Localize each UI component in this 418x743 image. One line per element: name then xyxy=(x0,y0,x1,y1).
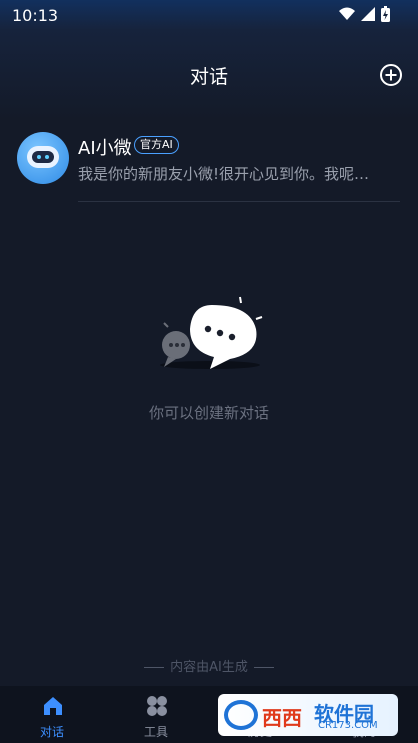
official-badge: 官方AI xyxy=(134,136,179,154)
empty-state-text: 你可以创建新对话 xyxy=(148,404,269,422)
robot-icon xyxy=(27,146,59,168)
signal-icon xyxy=(361,7,375,21)
conversation-preview: 我是你的新朋友小微!很开心见到你。我呢… xyxy=(78,165,370,183)
ai-disclaimer: 内容由AI生成 xyxy=(0,656,418,675)
tab-tools[interactable]: 工具 xyxy=(104,686,208,743)
divider xyxy=(78,201,400,202)
new-chat-button[interactable] xyxy=(380,64,402,86)
watermark-logo: 西西 软件园 CR173.COM xyxy=(218,694,398,736)
tab-chat[interactable]: 对话 xyxy=(0,686,104,743)
page-title: 对话 xyxy=(189,66,228,88)
battery-icon xyxy=(381,6,390,22)
tab-label: 工具 xyxy=(143,725,168,739)
tab-label: 对话 xyxy=(39,725,64,739)
watermark-brand-a: 西西 xyxy=(262,706,302,730)
status-icons xyxy=(339,6,390,22)
status-bar: 10:13 xyxy=(0,0,418,30)
wifi-icon xyxy=(339,7,355,20)
home-icon xyxy=(44,697,62,715)
conversation-name: AI小微 xyxy=(78,138,132,159)
watermark-c-icon xyxy=(224,700,258,730)
chat-bubbles-icon xyxy=(160,296,263,369)
status-time: 10:13 xyxy=(12,6,59,25)
watermark-url: CR173.COM xyxy=(318,720,378,731)
conversation-item[interactable]: AI小微 官方AI 我是你的新朋友小微!很开心见到你。我呢… xyxy=(0,124,418,204)
avatar xyxy=(17,132,69,184)
grid-icon xyxy=(147,696,167,716)
